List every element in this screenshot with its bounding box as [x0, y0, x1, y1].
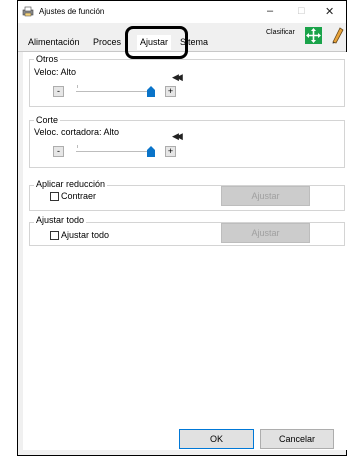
ajustar-todo-checkbox[interactable] [50, 231, 59, 240]
corte-plus-button[interactable]: + [165, 146, 176, 157]
ajustar-todo-button[interactable]: Ajustar [221, 223, 310, 243]
printer-app-icon [22, 6, 34, 17]
ok-button[interactable]: OK [179, 429, 254, 449]
minimize-button[interactable]: – [267, 5, 273, 17]
pencil-icon[interactable] [330, 26, 345, 44]
corte-slider-track[interactable] [76, 151, 154, 152]
four-arrows-icon[interactable] [305, 27, 322, 44]
tab-procesamiento[interactable]: Proces [93, 35, 121, 50]
corte-slider-thumb[interactable] [147, 146, 155, 157]
tab-content-panel [23, 52, 347, 450]
otros-slider-thumb[interactable] [147, 86, 155, 97]
classify-label[interactable]: Clasificar [266, 29, 295, 36]
ajustar-todo-label[interactable]: Ajustar todo [61, 230, 109, 240]
corte-group-title: Corte [34, 115, 61, 125]
reduccion-ajustar-button[interactable]: Ajustar [221, 186, 310, 206]
otros-group [29, 59, 345, 107]
contraer-checkbox[interactable] [50, 192, 59, 201]
otros-slider-tick [77, 85, 78, 88]
reduccion-group-title: Aplicar reducción [34, 179, 108, 189]
contraer-label[interactable]: Contraer [61, 191, 96, 201]
volume-icon: ◀◀ [172, 72, 183, 82]
corte-minus-button[interactable]: - [53, 146, 64, 157]
otros-speed-label: Veloc: Alto [34, 67, 77, 77]
tab-sistema[interactable]: tema [188, 35, 208, 50]
close-button[interactable]: ✕ [325, 5, 334, 18]
otros-group-title: Otros [34, 54, 61, 64]
maximize-button[interactable]: □ [298, 5, 305, 17]
volume-icon: ◀◀ [172, 131, 183, 141]
tab-alimentacion[interactable]: Alimentación [28, 35, 80, 50]
ajustar-todo-group-title: Ajustar todo [34, 215, 87, 225]
corte-speed-label: Veloc. cortadora: Alto [34, 127, 120, 137]
tab-highlight-outline [125, 26, 188, 59]
cancel-button[interactable]: Cancelar [260, 429, 334, 449]
window-title: Ajustes de función [39, 7, 105, 16]
otros-slider-track[interactable] [76, 91, 154, 92]
otros-minus-button[interactable]: - [53, 86, 64, 97]
corte-slider-tick [77, 145, 78, 148]
otros-plus-button[interactable]: + [165, 86, 176, 97]
